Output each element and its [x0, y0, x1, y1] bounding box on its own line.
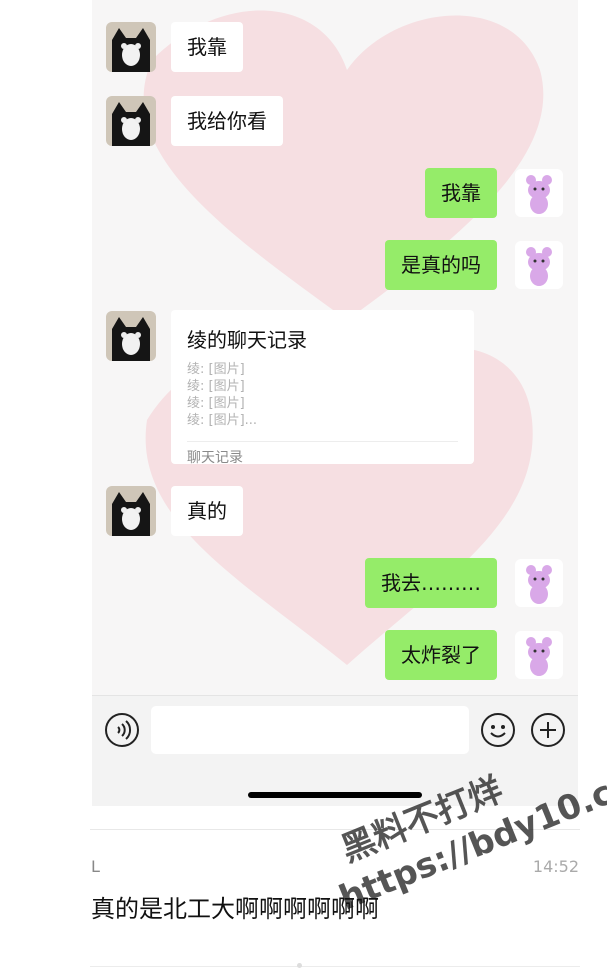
card-title: 绫的聊天记录: [187, 328, 307, 352]
page-dot: [297, 963, 302, 968]
contact-avatar[interactable]: [106, 22, 156, 72]
emoji-icon[interactable]: [480, 712, 516, 748]
card-preview-line: 绫: [图片]: [187, 362, 245, 377]
message-bubble-outgoing[interactable]: 太炸裂了: [385, 630, 497, 680]
divider: [90, 966, 580, 967]
message-bubble-incoming[interactable]: 真的: [171, 486, 243, 536]
my-avatar[interactable]: [515, 631, 563, 679]
divider: [90, 829, 580, 830]
home-indicator[interactable]: [248, 792, 422, 798]
my-avatar[interactable]: [515, 559, 563, 607]
input-bar: [92, 695, 578, 806]
card-preview-line: 绫: [图片]: [187, 379, 245, 394]
my-avatar[interactable]: [515, 241, 563, 289]
comment-username[interactable]: L: [91, 857, 100, 876]
message-bubble-outgoing[interactable]: 我靠: [425, 168, 497, 218]
voice-icon[interactable]: [104, 712, 140, 748]
message-bubble-incoming[interactable]: 我给你看: [171, 96, 283, 146]
card-footer: 聊天记录: [187, 450, 243, 466]
card-preview-line: 绫: [图片]...: [187, 413, 258, 428]
comment-text: 真的是北工大啊啊啊啊啊啊: [91, 895, 379, 923]
message-input[interactable]: [151, 706, 469, 754]
plus-icon[interactable]: [530, 712, 566, 748]
contact-avatar[interactable]: [106, 486, 156, 536]
contact-avatar[interactable]: [106, 96, 156, 146]
card-preview-line: 绫: [图片]: [187, 396, 245, 411]
message-bubble-outgoing[interactable]: 我去………: [365, 558, 497, 608]
contact-avatar[interactable]: [106, 311, 156, 361]
my-avatar[interactable]: [515, 169, 563, 217]
comment-time: 14:52: [532, 857, 579, 876]
message-bubble-incoming[interactable]: 我靠: [171, 22, 243, 72]
message-bubble-outgoing[interactable]: 是真的吗: [385, 240, 497, 290]
chat-screen: 我靠 我给你看 我靠 是真的吗 绫的聊天记录 绫: [图片] 绫: [图片] 绫…: [92, 0, 578, 806]
forwarded-chat-record-card[interactable]: 绫的聊天记录 绫: [图片] 绫: [图片] 绫: [图片] 绫: [图片]..…: [171, 310, 474, 466]
